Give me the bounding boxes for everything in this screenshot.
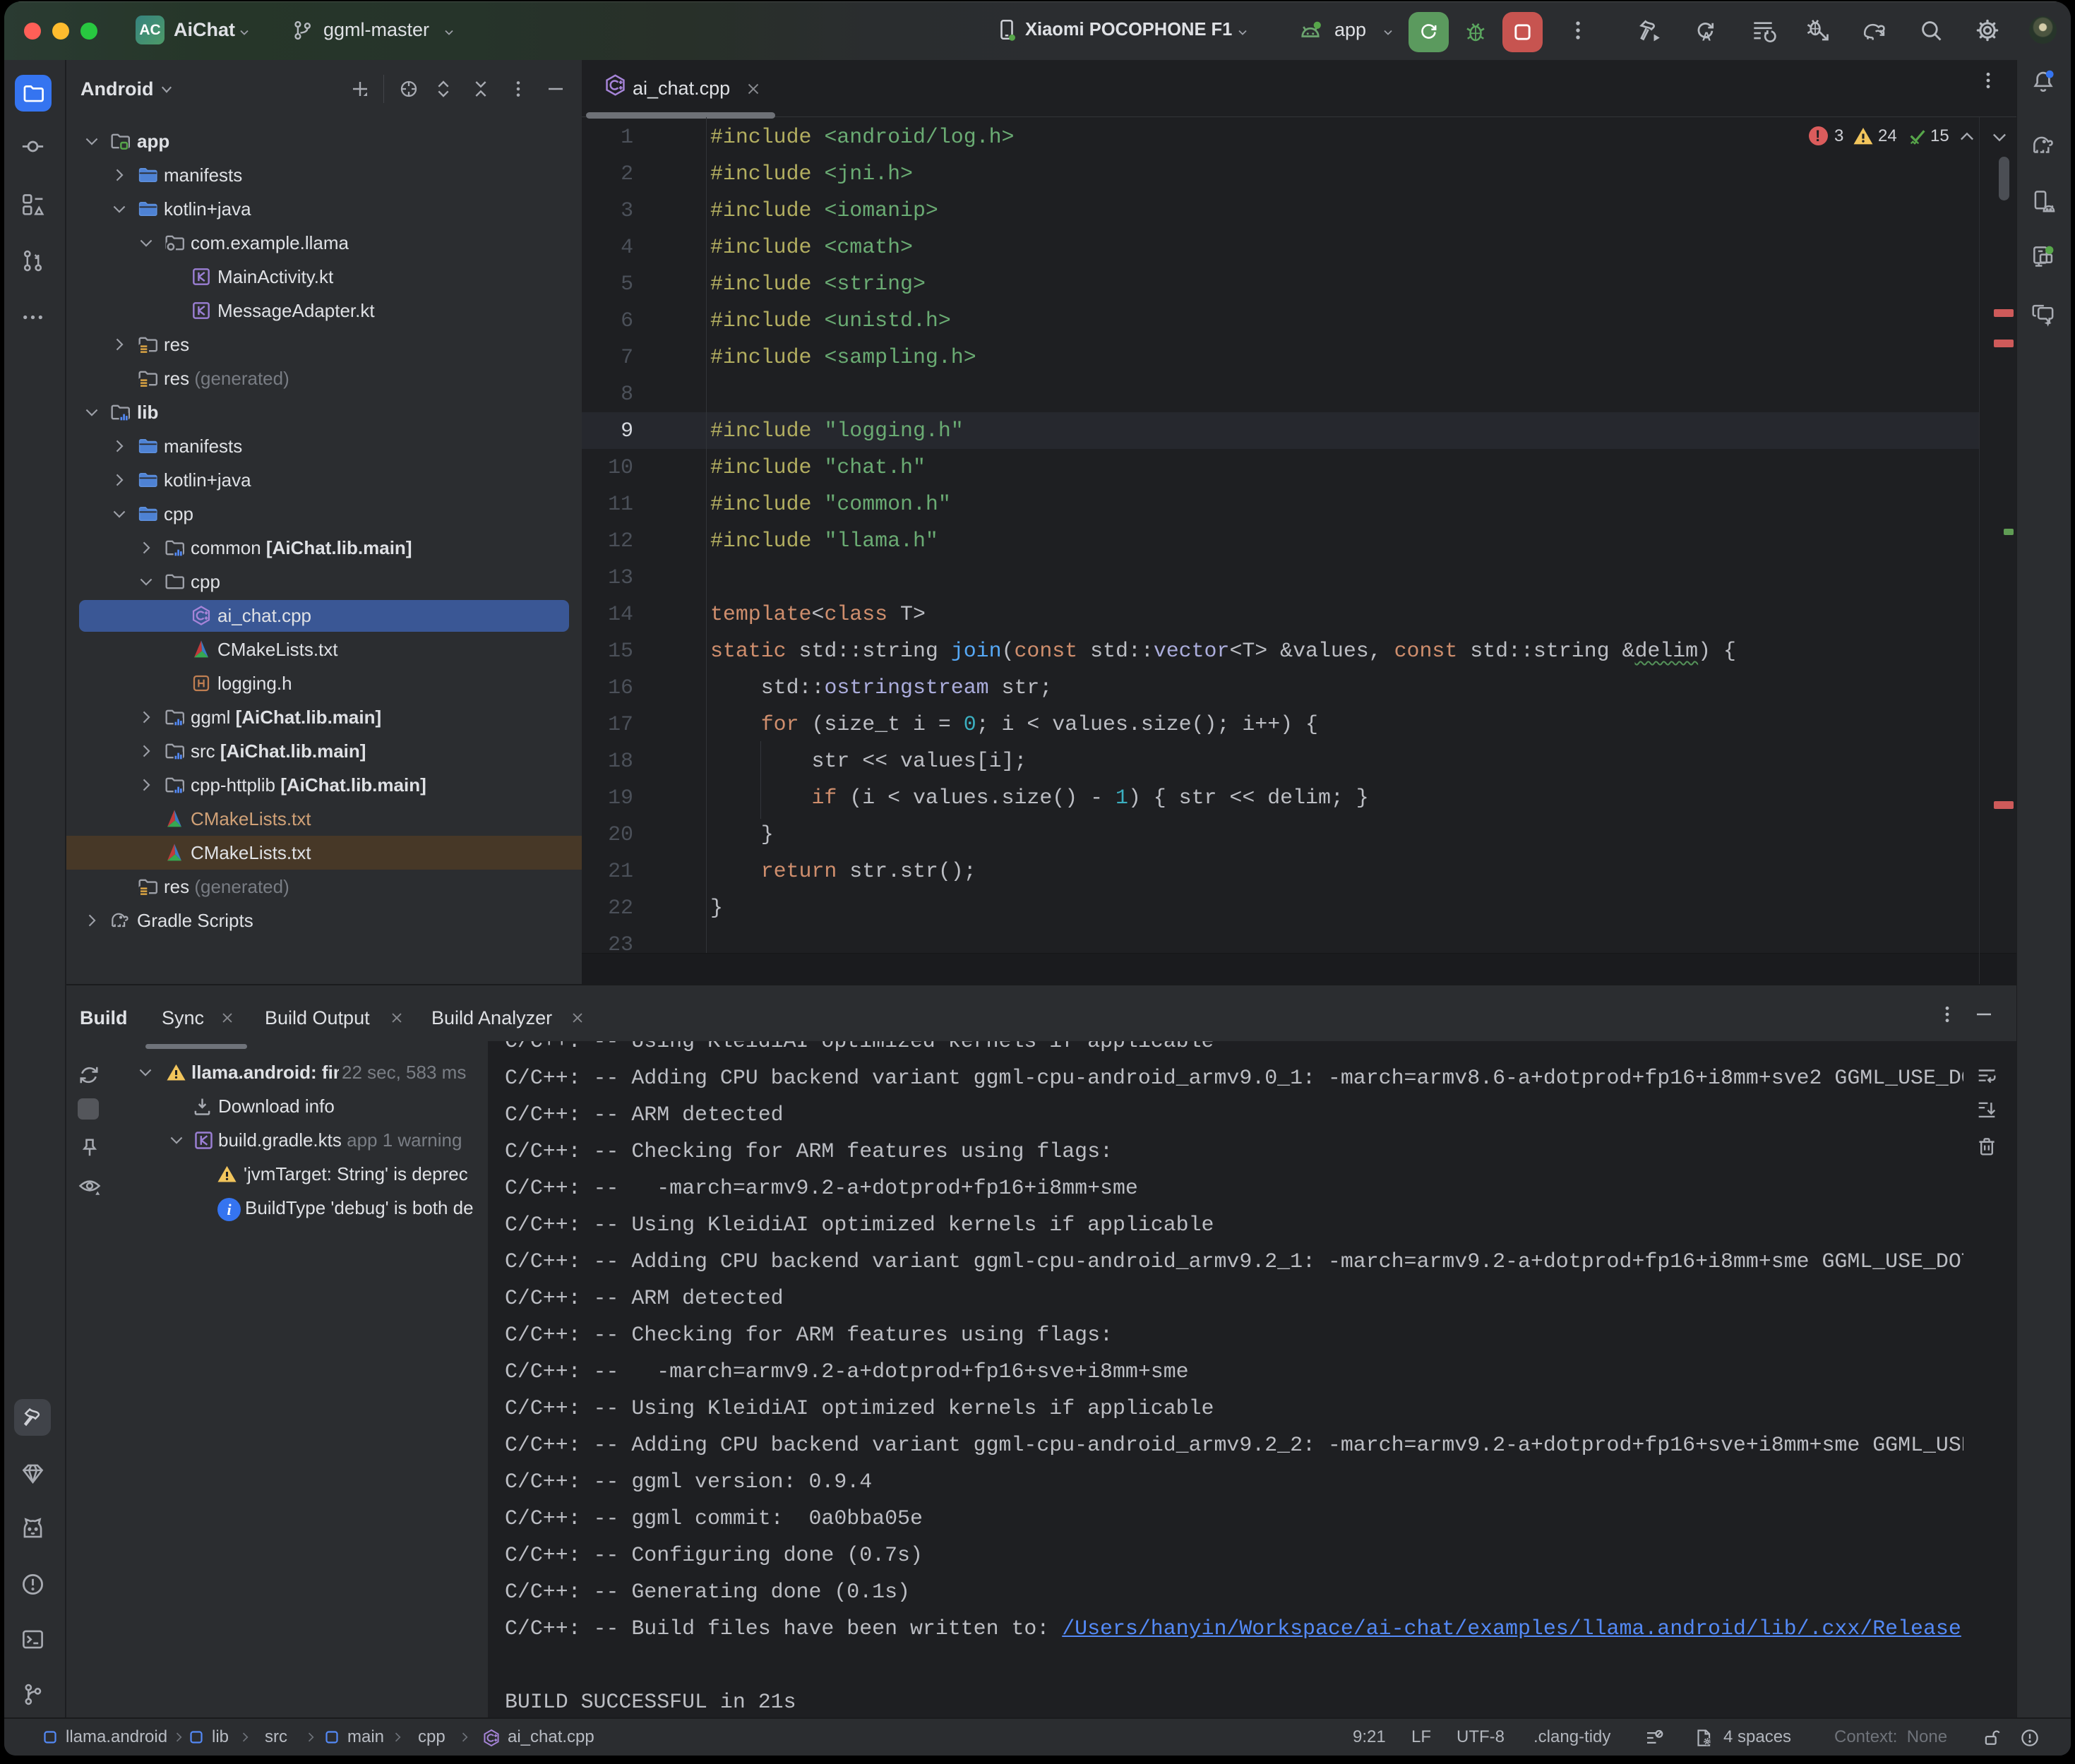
svg-text:A: A (1702, 29, 1711, 43)
